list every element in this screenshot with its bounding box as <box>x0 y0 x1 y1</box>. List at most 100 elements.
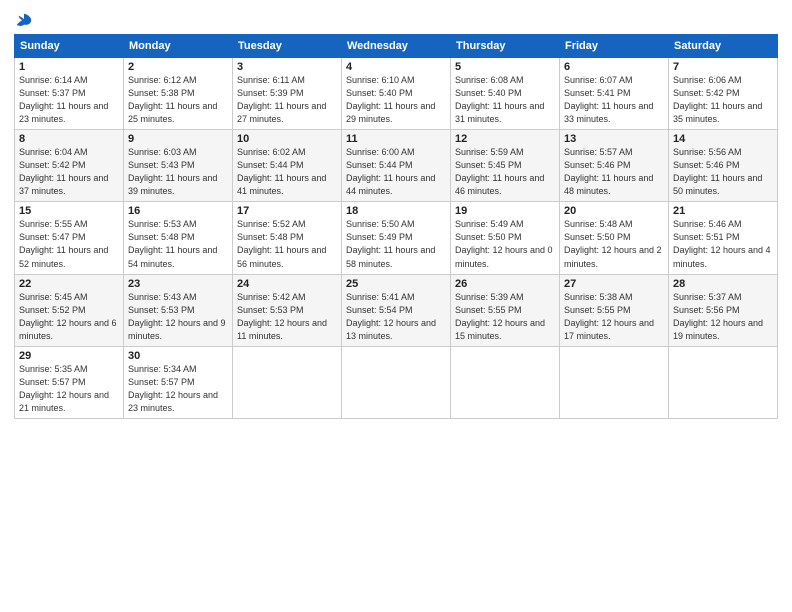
day-info: Sunrise: 5:42 AM Sunset: 5:53 PM Dayligh… <box>237 291 337 343</box>
day-info: Sunrise: 6:11 AM Sunset: 5:39 PM Dayligh… <box>237 74 337 126</box>
sunrise-label: Sunrise: 6:11 AM <box>237 75 305 85</box>
sunrise-label: Sunrise: 5:45 AM <box>19 292 88 302</box>
day-number: 26 <box>455 278 555 290</box>
calendar-day-header: Friday <box>560 35 669 58</box>
sunrise-label: Sunrise: 5:43 AM <box>128 292 197 302</box>
day-number: 16 <box>128 205 228 217</box>
day-info: Sunrise: 5:49 AM Sunset: 5:50 PM Dayligh… <box>455 218 555 270</box>
day-info: Sunrise: 5:41 AM Sunset: 5:54 PM Dayligh… <box>346 291 446 343</box>
day-number: 9 <box>128 133 228 145</box>
day-info: Sunrise: 6:00 AM Sunset: 5:44 PM Dayligh… <box>346 146 446 198</box>
daylight-label: Daylight: 11 hours and 27 minutes. <box>237 101 326 124</box>
daylight-label: Daylight: 11 hours and 52 minutes. <box>19 245 108 268</box>
sunset-label: Sunset: 5:42 PM <box>673 88 740 98</box>
calendar-cell <box>233 346 342 418</box>
day-number: 18 <box>346 205 446 217</box>
day-number: 5 <box>455 61 555 73</box>
day-info: Sunrise: 6:04 AM Sunset: 5:42 PM Dayligh… <box>19 146 119 198</box>
day-number: 14 <box>673 133 773 145</box>
calendar-cell: 3 Sunrise: 6:11 AM Sunset: 5:39 PM Dayli… <box>233 58 342 130</box>
calendar-cell: 10 Sunrise: 6:02 AM Sunset: 5:44 PM Dayl… <box>233 130 342 202</box>
day-info: Sunrise: 5:57 AM Sunset: 5:46 PM Dayligh… <box>564 146 664 198</box>
sunrise-label: Sunrise: 5:38 AM <box>564 292 633 302</box>
calendar-cell: 28 Sunrise: 5:37 AM Sunset: 5:56 PM Dayl… <box>669 274 778 346</box>
calendar-day-header: Sunday <box>15 35 124 58</box>
daylight-label: Daylight: 12 hours and 21 minutes. <box>19 390 109 413</box>
sunset-label: Sunset: 5:57 PM <box>19 377 86 387</box>
calendar-cell: 19 Sunrise: 5:49 AM Sunset: 5:50 PM Dayl… <box>451 202 560 274</box>
daylight-label: Daylight: 11 hours and 23 minutes. <box>19 101 108 124</box>
day-number: 22 <box>19 278 119 290</box>
day-number: 29 <box>19 350 119 362</box>
day-info: Sunrise: 5:35 AM Sunset: 5:57 PM Dayligh… <box>19 363 119 415</box>
sunrise-label: Sunrise: 5:39 AM <box>455 292 524 302</box>
calendar-cell: 21 Sunrise: 5:46 AM Sunset: 5:51 PM Dayl… <box>669 202 778 274</box>
sunrise-label: Sunrise: 5:50 AM <box>346 219 415 229</box>
calendar-cell: 29 Sunrise: 5:35 AM Sunset: 5:57 PM Dayl… <box>15 346 124 418</box>
sunrise-label: Sunrise: 5:48 AM <box>564 219 633 229</box>
daylight-label: Daylight: 11 hours and 33 minutes. <box>564 101 653 124</box>
sunset-label: Sunset: 5:42 PM <box>19 160 86 170</box>
calendar-cell: 7 Sunrise: 6:06 AM Sunset: 5:42 PM Dayli… <box>669 58 778 130</box>
sunset-label: Sunset: 5:54 PM <box>346 305 413 315</box>
calendar-cell <box>669 346 778 418</box>
sunset-label: Sunset: 5:55 PM <box>564 305 631 315</box>
calendar-cell <box>451 346 560 418</box>
day-info: Sunrise: 6:10 AM Sunset: 5:40 PM Dayligh… <box>346 74 446 126</box>
calendar-day-header: Tuesday <box>233 35 342 58</box>
daylight-label: Daylight: 11 hours and 25 minutes. <box>128 101 217 124</box>
day-number: 25 <box>346 278 446 290</box>
daylight-label: Daylight: 12 hours and 4 minutes. <box>673 245 771 268</box>
sunrise-label: Sunrise: 5:41 AM <box>346 292 415 302</box>
sunrise-label: Sunrise: 5:57 AM <box>564 147 633 157</box>
sunrise-label: Sunrise: 5:52 AM <box>237 219 306 229</box>
sunset-label: Sunset: 5:43 PM <box>128 160 195 170</box>
day-info: Sunrise: 5:45 AM Sunset: 5:52 PM Dayligh… <box>19 291 119 343</box>
sunset-label: Sunset: 5:53 PM <box>128 305 195 315</box>
calendar-cell: 25 Sunrise: 5:41 AM Sunset: 5:54 PM Dayl… <box>342 274 451 346</box>
calendar-cell: 8 Sunrise: 6:04 AM Sunset: 5:42 PM Dayli… <box>15 130 124 202</box>
calendar-cell: 4 Sunrise: 6:10 AM Sunset: 5:40 PM Dayli… <box>342 58 451 130</box>
day-info: Sunrise: 6:08 AM Sunset: 5:40 PM Dayligh… <box>455 74 555 126</box>
sunset-label: Sunset: 5:37 PM <box>19 88 86 98</box>
daylight-label: Daylight: 11 hours and 41 minutes. <box>237 173 326 196</box>
day-number: 1 <box>19 61 119 73</box>
calendar-cell: 17 Sunrise: 5:52 AM Sunset: 5:48 PM Dayl… <box>233 202 342 274</box>
daylight-label: Daylight: 11 hours and 44 minutes. <box>346 173 435 196</box>
calendar-cell: 26 Sunrise: 5:39 AM Sunset: 5:55 PM Dayl… <box>451 274 560 346</box>
sunrise-label: Sunrise: 6:04 AM <box>19 147 88 157</box>
calendar-cell <box>560 346 669 418</box>
day-number: 11 <box>346 133 446 145</box>
sunset-label: Sunset: 5:50 PM <box>455 232 522 242</box>
sunset-label: Sunset: 5:50 PM <box>564 232 631 242</box>
daylight-label: Daylight: 11 hours and 48 minutes. <box>564 173 653 196</box>
sunrise-label: Sunrise: 5:34 AM <box>128 364 197 374</box>
day-info: Sunrise: 5:43 AM Sunset: 5:53 PM Dayligh… <box>128 291 228 343</box>
logo-bird-icon <box>15 12 33 30</box>
calendar-cell: 14 Sunrise: 5:56 AM Sunset: 5:46 PM Dayl… <box>669 130 778 202</box>
sunrise-label: Sunrise: 6:10 AM <box>346 75 415 85</box>
sunrise-label: Sunrise: 6:00 AM <box>346 147 415 157</box>
sunrise-label: Sunrise: 6:07 AM <box>564 75 633 85</box>
daylight-label: Daylight: 12 hours and 13 minutes. <box>346 318 436 341</box>
daylight-label: Daylight: 11 hours and 54 minutes. <box>128 245 217 268</box>
day-number: 17 <box>237 205 337 217</box>
day-number: 8 <box>19 133 119 145</box>
sunrise-label: Sunrise: 5:56 AM <box>673 147 742 157</box>
sunset-label: Sunset: 5:39 PM <box>237 88 304 98</box>
day-info: Sunrise: 5:53 AM Sunset: 5:48 PM Dayligh… <box>128 218 228 270</box>
sunset-label: Sunset: 5:51 PM <box>673 232 740 242</box>
day-info: Sunrise: 5:52 AM Sunset: 5:48 PM Dayligh… <box>237 218 337 270</box>
sunrise-label: Sunrise: 5:55 AM <box>19 219 88 229</box>
sunset-label: Sunset: 5:41 PM <box>564 88 631 98</box>
sunset-label: Sunset: 5:45 PM <box>455 160 522 170</box>
day-number: 20 <box>564 205 664 217</box>
day-number: 24 <box>237 278 337 290</box>
calendar-cell: 24 Sunrise: 5:42 AM Sunset: 5:53 PM Dayl… <box>233 274 342 346</box>
sunset-label: Sunset: 5:55 PM <box>455 305 522 315</box>
day-number: 28 <box>673 278 773 290</box>
daylight-label: Daylight: 11 hours and 31 minutes. <box>455 101 544 124</box>
logo <box>14 14 33 28</box>
daylight-label: Daylight: 11 hours and 37 minutes. <box>19 173 108 196</box>
sunset-label: Sunset: 5:52 PM <box>19 305 86 315</box>
